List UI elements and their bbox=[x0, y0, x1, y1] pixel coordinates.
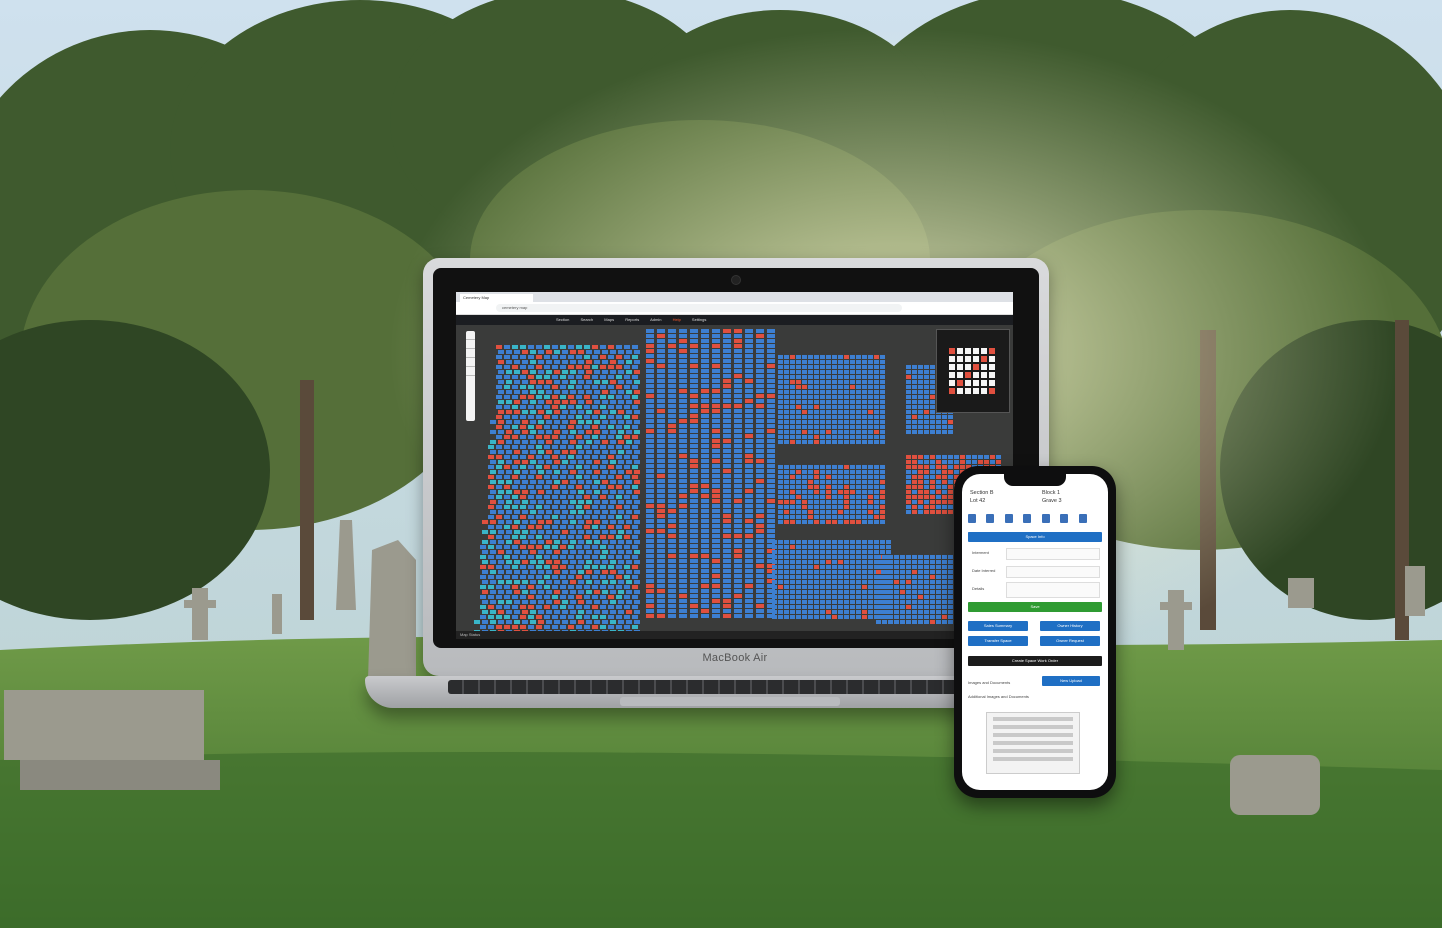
map-toolbar bbox=[466, 331, 475, 421]
document-thumbnail[interactable] bbox=[986, 712, 1080, 774]
menu-item[interactable]: Help bbox=[673, 317, 681, 322]
laptop-screen: Cemetery Map cemetery map Section Search… bbox=[456, 292, 1013, 639]
images-label: Images and Documents bbox=[968, 680, 1011, 685]
app-menu: Section Search Maps Reports Admin Help S… bbox=[556, 315, 716, 325]
owner-icon[interactable] bbox=[1023, 514, 1032, 523]
camera-icon bbox=[731, 275, 741, 285]
app-menubar: Section Search Maps Reports Admin Help S… bbox=[456, 315, 1013, 325]
space-lot: Lot 42 bbox=[970, 498, 986, 504]
laptop-trackpad bbox=[620, 697, 840, 706]
phone-notch bbox=[1004, 474, 1066, 486]
owner-history-button[interactable]: Owner History bbox=[1040, 621, 1100, 631]
work-order-button[interactable]: Create Space Work Order bbox=[968, 656, 1102, 666]
photo-icon[interactable] bbox=[986, 514, 995, 523]
document-icon[interactable] bbox=[1041, 514, 1050, 523]
new-upload-button[interactable]: New Upload bbox=[1042, 676, 1100, 686]
zoom-in-icon[interactable] bbox=[466, 331, 475, 340]
history-icon[interactable] bbox=[1060, 514, 1069, 523]
owner-request-button[interactable]: Owner Request bbox=[1040, 636, 1100, 646]
browser-tab[interactable]: Cemetery Map bbox=[460, 294, 533, 302]
details-field[interactable] bbox=[1006, 582, 1100, 598]
overview-minimap[interactable] bbox=[936, 329, 1010, 413]
layers-icon[interactable] bbox=[466, 349, 475, 358]
map-statusbar: Map Status bbox=[456, 631, 1013, 639]
menu-item[interactable]: Search bbox=[580, 317, 593, 322]
additional-images-label: Additional Images and Documents bbox=[968, 694, 1029, 699]
laptop-keyboard bbox=[448, 680, 998, 694]
browser-tabbar: Cemetery Map bbox=[456, 292, 1013, 302]
phone-screen: Section B Lot 42 Block 1 Grave 3 Space I… bbox=[962, 474, 1108, 790]
space-icon-toolbar bbox=[968, 510, 1102, 541]
plot-grid[interactable] bbox=[456, 325, 1013, 631]
details-label: Details bbox=[972, 586, 985, 591]
locate-icon[interactable] bbox=[466, 367, 475, 376]
zoom-out-icon[interactable] bbox=[466, 340, 475, 349]
menu-item[interactable]: Admin bbox=[650, 317, 661, 322]
menu-item[interactable]: Maps bbox=[604, 317, 614, 322]
interment-field[interactable] bbox=[1006, 548, 1100, 560]
menu-item[interactable]: Settings bbox=[692, 317, 706, 322]
space-info-button[interactable]: Space Info bbox=[968, 532, 1102, 542]
laptop-brand-label: MacBook Air bbox=[702, 652, 768, 664]
space-block: Block 1 bbox=[1042, 490, 1061, 496]
notes-icon[interactable] bbox=[1078, 514, 1087, 523]
save-button[interactable]: Save bbox=[968, 602, 1102, 612]
cemetery-plot-map[interactable] bbox=[456, 325, 1013, 631]
date-field[interactable] bbox=[1006, 566, 1100, 578]
space-grave: Grave 3 bbox=[1042, 498, 1062, 504]
sales-summary-button[interactable]: Sales Summary bbox=[968, 621, 1028, 631]
record-icon[interactable] bbox=[968, 514, 976, 523]
interment-label: Interment bbox=[972, 550, 989, 555]
url-field[interactable]: cemetery map bbox=[496, 304, 902, 312]
map-icon[interactable] bbox=[1004, 514, 1013, 523]
menu-item[interactable]: Reports bbox=[625, 317, 639, 322]
date-label: Date Interred bbox=[972, 568, 996, 573]
measure-icon[interactable] bbox=[466, 358, 475, 367]
browser-address-bar: cemetery map bbox=[456, 302, 1013, 315]
space-section: Section B bbox=[970, 490, 994, 496]
menu-item[interactable]: Section bbox=[556, 317, 569, 322]
transfer-space-button[interactable]: Transfer Space bbox=[968, 636, 1028, 646]
